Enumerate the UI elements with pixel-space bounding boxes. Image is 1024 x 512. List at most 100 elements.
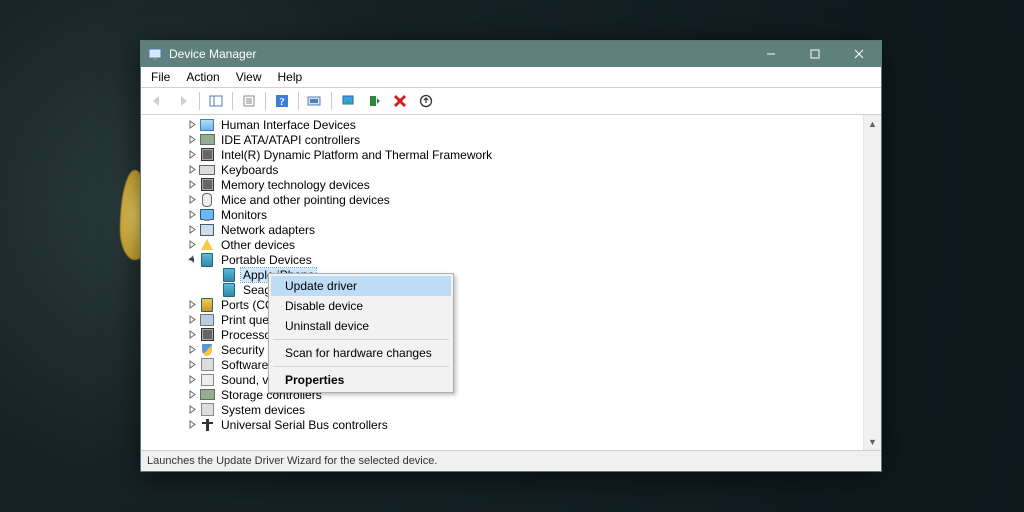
tree-item[interactable]: System devices — [141, 402, 863, 417]
context-menu-item[interactable]: Properties — [271, 370, 451, 390]
expander-icon[interactable] — [185, 225, 199, 234]
back-button — [145, 89, 169, 113]
tree-item-label: Intel(R) Dynamic Platform and Thermal Fr… — [219, 148, 494, 162]
device-icon — [199, 222, 215, 238]
tree-item[interactable]: Memory technology devices — [141, 177, 863, 192]
app-icon — [147, 46, 163, 62]
context-menu-item[interactable]: Scan for hardware changes — [271, 343, 451, 363]
device-icon — [199, 192, 215, 208]
vertical-scrollbar[interactable]: ▲ ▼ — [863, 115, 881, 450]
tree-item[interactable]: Network adapters — [141, 222, 863, 237]
expander-icon[interactable] — [185, 135, 199, 144]
expander-icon[interactable] — [185, 255, 199, 264]
expander-icon[interactable] — [185, 195, 199, 204]
tree-item-label: Human Interface Devices — [219, 118, 358, 132]
context-menu-item[interactable]: Update driver — [271, 276, 451, 296]
tree-item[interactable]: Universal Serial Bus controllers — [141, 417, 863, 432]
device-icon — [199, 132, 215, 148]
tree-item[interactable]: Processors — [141, 327, 863, 342]
menu-help[interactable]: Help — [270, 68, 311, 86]
expander-icon[interactable] — [185, 165, 199, 174]
tree-item[interactable]: Portable Devices — [141, 252, 863, 267]
help-button[interactable]: ? — [270, 89, 294, 113]
tree-item[interactable]: Keyboards — [141, 162, 863, 177]
expander-icon[interactable] — [185, 240, 199, 249]
tree-item[interactable]: Apple iPhone — [141, 267, 863, 282]
tree-item-label: Mice and other pointing devices — [219, 193, 392, 207]
menu-action[interactable]: Action — [178, 68, 227, 86]
show-hide-console-button[interactable] — [204, 89, 228, 113]
expander-icon[interactable] — [185, 405, 199, 414]
device-icon — [199, 147, 215, 163]
statusbar: Launches the Update Driver Wizard for th… — [141, 451, 881, 471]
expander-icon[interactable] — [185, 330, 199, 339]
tree-item[interactable]: Security devic — [141, 342, 863, 357]
tree-item-label: Other devices — [219, 238, 297, 252]
menubar: File Action View Help — [141, 67, 881, 88]
device-icon — [199, 162, 215, 178]
expander-icon[interactable] — [185, 345, 199, 354]
expander-icon[interactable] — [185, 420, 199, 429]
device-icon — [199, 177, 215, 193]
expander-icon[interactable] — [185, 375, 199, 384]
device-icon — [199, 327, 215, 343]
tree-item-label: Monitors — [219, 208, 269, 222]
device-icon — [199, 402, 215, 418]
expander-icon[interactable] — [185, 210, 199, 219]
device-icon — [199, 237, 215, 253]
device-icon — [221, 282, 237, 298]
enable-device-button[interactable] — [362, 89, 386, 113]
device-icon — [199, 297, 215, 313]
device-icon — [199, 117, 215, 133]
expander-icon[interactable] — [185, 150, 199, 159]
device-icon — [221, 267, 237, 283]
menu-file[interactable]: File — [143, 68, 178, 86]
tree-item-label: Universal Serial Bus controllers — [219, 418, 390, 432]
svg-text:?: ? — [279, 96, 285, 108]
device-tree[interactable]: Human Interface DevicesIDE ATA/ATAPI con… — [141, 115, 863, 450]
expander-icon[interactable] — [185, 360, 199, 369]
forward-button — [171, 89, 195, 113]
close-button[interactable] — [837, 41, 881, 67]
tree-item-label: Keyboards — [219, 163, 280, 177]
tree-item[interactable]: Print queues — [141, 312, 863, 327]
expander-icon[interactable] — [185, 300, 199, 309]
expander-icon[interactable] — [185, 120, 199, 129]
device-icon — [199, 417, 215, 433]
titlebar[interactable]: Device Manager — [141, 41, 881, 67]
expander-icon[interactable] — [185, 315, 199, 324]
tree-item[interactable]: Software devi — [141, 357, 863, 372]
minimize-button[interactable] — [749, 41, 793, 67]
menu-view[interactable]: View — [228, 68, 270, 86]
maximize-button[interactable] — [793, 41, 837, 67]
tree-item[interactable]: Seagate E — [141, 282, 863, 297]
update-driver-button[interactable] — [336, 89, 360, 113]
tree-item[interactable]: Human Interface Devices — [141, 117, 863, 132]
uninstall-device-button[interactable] — [388, 89, 412, 113]
tree-item[interactable]: Mice and other pointing devices — [141, 192, 863, 207]
scroll-down-icon[interactable]: ▼ — [864, 433, 881, 450]
context-menu-item[interactable]: Uninstall device — [271, 316, 451, 336]
tree-item[interactable]: Sound, video — [141, 372, 863, 387]
tree-item[interactable]: Intel(R) Dynamic Platform and Thermal Fr… — [141, 147, 863, 162]
device-manager-window: Device Manager File Action View Help ? — [140, 40, 882, 472]
toolbar: ? — [141, 88, 881, 115]
tree-item[interactable]: IDE ATA/ATAPI controllers — [141, 132, 863, 147]
tree-item[interactable]: Storage controllers — [141, 387, 863, 402]
client-area: Human Interface DevicesIDE ATA/ATAPI con… — [141, 115, 881, 451]
device-icon — [199, 342, 215, 358]
device-icon — [199, 252, 215, 268]
scan-hardware-button[interactable] — [303, 89, 327, 113]
expander-icon[interactable] — [185, 180, 199, 189]
device-icon — [199, 357, 215, 373]
tree-item-label: Memory technology devices — [219, 178, 372, 192]
device-icon — [199, 372, 215, 388]
disable-device-button[interactable] — [414, 89, 438, 113]
scroll-up-icon[interactable]: ▲ — [864, 115, 881, 132]
expander-icon[interactable] — [185, 390, 199, 399]
properties-button[interactable] — [237, 89, 261, 113]
context-menu-item[interactable]: Disable device — [271, 296, 451, 316]
tree-item[interactable]: Ports (COM & — [141, 297, 863, 312]
tree-item[interactable]: Monitors — [141, 207, 863, 222]
tree-item[interactable]: Other devices — [141, 237, 863, 252]
